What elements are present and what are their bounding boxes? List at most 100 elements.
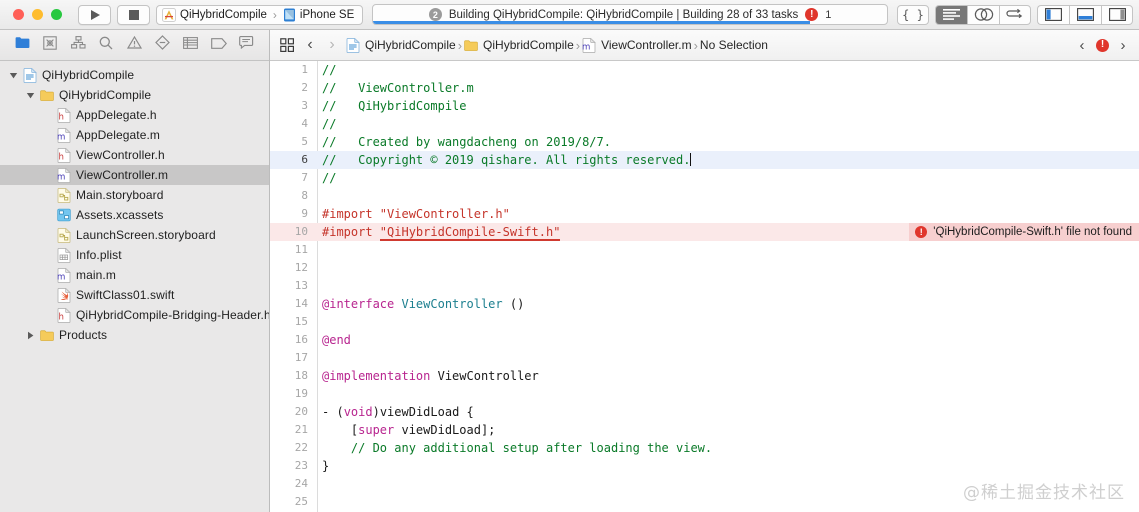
navigator-row[interactable]: m AppDelegate.m [0,125,269,145]
code-line[interactable]: 23} [270,457,1139,475]
svg-text:m: m [57,272,65,282]
breadcrumb: QiHybridCompile › QiHybridCompile › m ViewCon… [346,37,768,53]
iphone-device-icon [283,8,296,22]
editor-mode-left-group: { } [897,4,929,25]
navigator-row[interactable]: h AppDelegate.h [0,105,269,125]
back-button[interactable]: ‹ [302,36,318,54]
navigator-row[interactable]: SwiftClass01.swift [0,285,269,305]
navigator-row[interactable]: QiHybridCompile [0,85,269,105]
debug-navigator-tab[interactable] [180,35,202,55]
utilities-toggle-button[interactable] [1101,4,1133,25]
issue-navigator-tab[interactable] [123,35,145,55]
code-line[interactable]: 5 // Created by wangdacheng on 2019/8/7. [270,133,1139,151]
code-line[interactable]: 22 // Do any additional setup after load… [270,439,1139,457]
navigator-row[interactable]: m main.m [0,265,269,285]
svg-text:m: m [57,172,65,182]
symbol-navigator-tab[interactable] [67,35,89,55]
code-line[interactable]: 19 [270,385,1139,403]
code-lines[interactable]: 1 // 2 // ViewController.m 3 // QiHybridCompi… [270,61,1139,512]
zoom-button[interactable] [51,9,62,20]
project-navigator-tree[interactable]: QiHybridCompile QiHybridCompile h AppDelega… [0,61,269,512]
scheme-selector[interactable]: QiHybridCompile › iPhone SE [156,4,364,25]
project-navigator-tab[interactable] [11,35,33,55]
code-text: // Do any additional setup after loading… [317,439,712,457]
disclosure-triangle-icon[interactable] [8,70,19,81]
code-line[interactable]: 25 [270,493,1139,511]
navigator-row[interactable]: h QiHybridCompile-Bridging-Header.h [0,305,269,325]
code-line[interactable]: 6 // Copyright © 2019 qishare. All rights… [270,151,1139,169]
scheme-destination-label: iPhone SE [299,8,355,21]
code-line[interactable]: 1 // [270,61,1139,79]
navigator-row[interactable]: Info.plist [0,245,269,265]
source-control-navigator-tab[interactable] [39,35,61,55]
code-line[interactable]: 2 // ViewController.m [270,79,1139,97]
navigator-toggle-button[interactable] [1037,4,1069,25]
inline-error-banner[interactable]: ! 'QiHybridCompile-Swift.h' file not foun… [909,223,1139,241]
code-line[interactable]: 3 // QiHybridCompile [270,97,1139,115]
jumpbar-issue-icon[interactable]: ! [1096,38,1109,52]
navigator-row[interactable]: Assets.xcassets [0,205,269,225]
source-editor[interactable]: 1 // 2 // ViewController.m 3 // QiHybridCompi… [270,61,1139,512]
line-number: 6 [301,153,308,166]
navigator-row[interactable]: Products [0,325,269,345]
error-status-icon[interactable]: ! [805,8,819,21]
code-token: // [322,171,337,185]
previous-issue-button[interactable]: ‹ [1074,36,1090,54]
disclosure-triangle-icon[interactable] [25,330,36,341]
code-line[interactable]: 9 #import "ViewController.h" [270,205,1139,223]
run-button[interactable] [78,4,111,25]
version-editor-button[interactable] [999,4,1031,25]
standard-editor-button[interactable] [935,4,967,25]
next-issue-button[interactable]: › [1115,36,1131,54]
code-line[interactable]: 14 @interface ViewController () [270,295,1139,313]
code-line[interactable]: 11 [270,241,1139,259]
disclosure-triangle-icon[interactable] [25,90,36,101]
forward-button[interactable]: › [324,36,340,54]
code-line[interactable]: 18 @implementation ViewController [270,367,1139,385]
code-line[interactable]: 13 [270,277,1139,295]
breadcrumb-item[interactable]: QiHybridCompile [464,38,574,53]
breadcrumb-item[interactable]: m ViewController.m [582,37,692,53]
navigator-row[interactable]: Main.storyboard [0,185,269,205]
code-line[interactable]: 12 [270,259,1139,277]
code-line[interactable]: 8 [270,187,1139,205]
code-line[interactable]: 21 [super viewDidLoad]; [270,421,1139,439]
navigator-row[interactable]: m ViewController.m [0,165,269,185]
code-line[interactable]: 20 - (void)viewDidLoad { [270,403,1139,421]
code-line[interactable]: 17 [270,349,1139,367]
editor-mode-group [935,4,1031,25]
navigator-row[interactable]: h ViewController.h [0,145,269,165]
assistant-editor-button[interactable] [967,4,999,25]
find-navigator-tab[interactable] [95,35,117,55]
activity-status-bar[interactable]: 2 Building QiHybridCompile: QiHybridComp… [372,4,888,25]
breakpoint-navigator-tab[interactable] [208,35,230,55]
breadcrumb-label: QiHybridCompile [365,38,456,52]
stop-button[interactable] [117,4,150,25]
code-line[interactable]: 10 #import "QiHybridCompile-Swift.h"! 'QiH… [270,223,1139,241]
related-items-icon[interactable] [278,36,296,54]
navigator-row[interactable]: LaunchScreen.storyboard [0,225,269,245]
code-line[interactable]: 15 [270,313,1139,331]
status-content: 2 Building QiHybridCompile: QiHybridComp… [428,8,831,21]
debug-area-toggle-button[interactable] [1069,4,1101,25]
breadcrumb-item[interactable]: QiHybridCompile [346,37,456,53]
close-button[interactable] [13,9,24,20]
report-navigator-tab[interactable] [236,35,258,55]
code-token: // Created by wangdacheng on 2019/8/7. [322,135,611,149]
navigator-tab-bar [0,30,269,61]
code-line[interactable]: 7 // [270,169,1139,187]
code-text: // [317,169,336,187]
line-number: 22 [294,441,308,454]
test-navigator-tab[interactable] [152,35,174,55]
code-braces-button[interactable]: { } [897,4,929,25]
code-line[interactable]: 24 [270,475,1139,493]
code-line[interactable]: 4 // [270,115,1139,133]
code-token: "ViewController.h" [379,207,510,221]
minimize-button[interactable] [32,9,43,20]
breadcrumb-label: ViewController.m [601,38,692,52]
code-line[interactable]: 16 @end [270,331,1139,349]
navigator-row[interactable]: QiHybridCompile [0,65,269,85]
line-number: 21 [294,423,308,436]
breadcrumb-item[interactable]: No Selection [700,38,768,52]
